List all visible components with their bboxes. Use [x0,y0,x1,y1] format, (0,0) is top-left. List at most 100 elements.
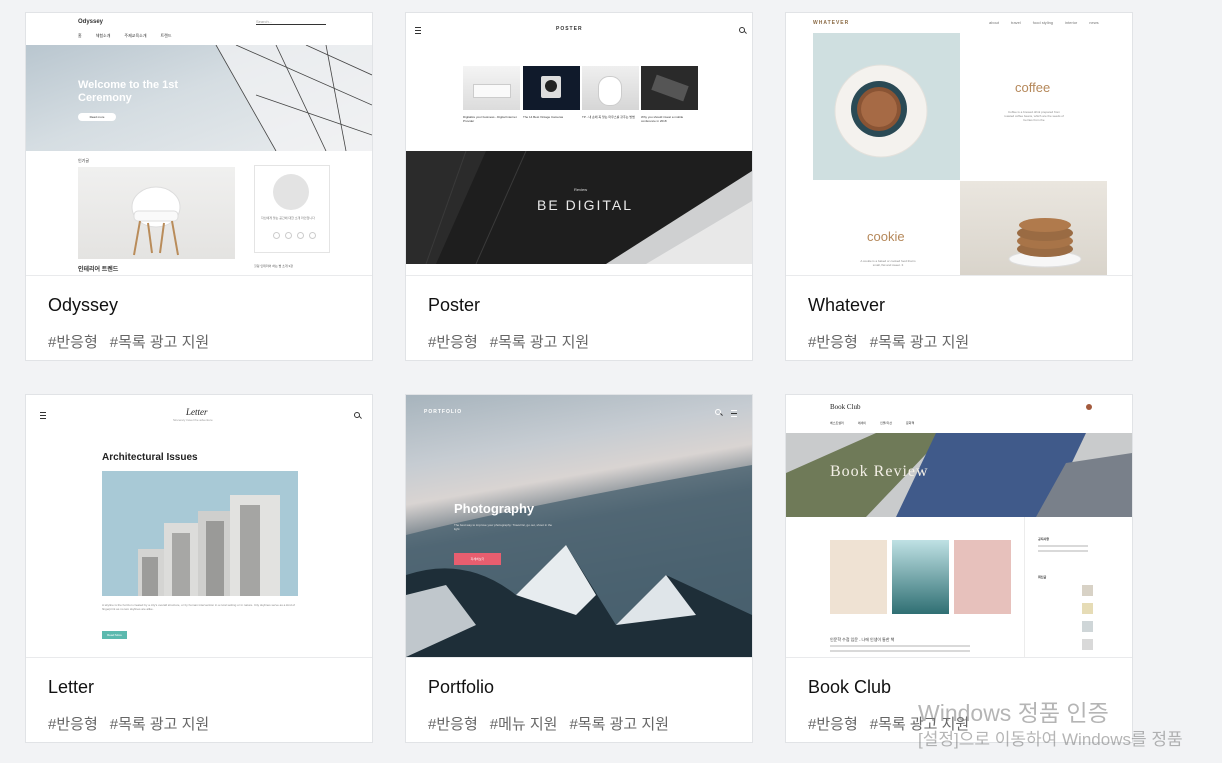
preview-nav: 홈 체험소개 주제교육소개 트렌드 [78,33,172,38]
theme-card-whatever[interactable]: WHATEVER about travel food styling inter… [785,12,1133,361]
theme-preview-whatever[interactable]: WHATEVER about travel food styling inter… [786,13,1132,276]
search-icon [354,412,360,418]
menu-icon [731,410,737,417]
preview-heading: Architectural Issues [102,452,198,463]
building-icon [138,495,280,596]
desc-cookie: A cookie is a baked or cooked food that … [860,259,916,267]
tag: #목록 광고 지원 [569,716,669,733]
theme-preview-poster[interactable]: POSTER Digitalize your business - Digita… [406,13,752,276]
tag: #목록 광고 지원 [109,716,210,733]
tag: #반응형 [48,716,98,733]
coffee-cup-icon [834,64,928,158]
theme-preview-portfolio[interactable]: PORTFOLIO Photography The best way to im… [406,395,752,658]
preview-body: A skyline is the horizon created by a ci… [102,603,295,611]
theme-preview-letter[interactable]: Letter Sincerely travel the adventure Ar… [26,395,372,658]
theme-card-poster[interactable]: POSTER Digitalize your business - Digita… [405,12,753,361]
social-icons [273,232,316,239]
sidebar-thumb [1082,585,1093,596]
sidebar-divider [1024,517,1025,657]
text-placeholder [1038,545,1088,547]
preview-side-bottom: 힐링 인테리어 하는 법 소개 3장 [254,264,293,268]
card-tags: #반응형 #목록 광고 지원 [48,331,221,352]
preview-section-label: 인기글 [78,158,90,163]
theme-card-book-club[interactable]: Book Club 베스트셀러 에세이 인물/자선 문화책 Book Revie… [785,394,1133,743]
post-thumb-2 [523,66,580,110]
text-placeholder [830,645,970,647]
cookie-stack-icon [1008,218,1082,268]
tag: #반응형 [48,334,98,351]
book-cover-1 [830,540,887,614]
tag: #목록 광고 지원 [489,334,590,351]
preview-logo: Letter [186,407,208,417]
chair-image [78,167,235,259]
preview-search: Search... [256,19,326,25]
theme-card-portfolio[interactable]: PORTFOLIO Photography The best way to im… [405,394,753,743]
preview-logo: POSTER [556,26,583,32]
preview-post-title: 인문학 수첩 입문 - 나에 인생이 통한 책 [830,637,895,642]
card-title[interactable]: Book Club [808,677,891,698]
preview-hero-title: Welcome to the 1st Ceremony [78,79,179,104]
building-image [102,471,298,596]
tag: #반응형 [808,334,858,351]
theme-card-letter[interactable]: Letter Sincerely travel the adventure Ar… [25,394,373,743]
preview-hero-title: Book Review [830,463,929,480]
card-title[interactable]: Odyssey [48,295,118,316]
windows-activation-title: Windows 정품 인증 [918,700,1109,726]
twitter-icon [285,232,292,239]
sidebar-thumb [1082,603,1093,614]
preview-nav: 베스트셀러 에세이 인물/자선 문화책 [830,421,915,425]
preview-body: The best way to improve your photography… [454,523,553,531]
post-thumb-1 [463,66,520,110]
banner-small: Review [574,187,588,192]
tag: #목록 광고 지원 [869,334,970,351]
preview-button: 자세히보기 [454,553,501,565]
search-icon [739,27,745,33]
book-cover-2 [892,540,949,614]
sidebar-thumb [1082,639,1093,650]
card-title[interactable]: Poster [428,295,480,316]
preview-side-widget: 자신에게 맞는 공간에 대한 소개 라인입니다 [254,165,330,253]
tag: #반응형 [808,716,858,733]
post-title-4: Why you should invest a mobile conferenc… [641,115,684,123]
preview-heading: Photography [454,501,535,516]
preview-post-title: 인테리어 트렌드 [78,267,119,273]
card-title[interactable]: Whatever [808,295,885,316]
preview-tagline: Sincerely travel the adventure [173,418,213,422]
preview-nav: about travel food styling interior news [989,20,1099,25]
card-tags: #반응형 #목록 광고 지원 [808,331,981,352]
post-title-1: Digitalize your business - Digital Inter… [463,115,517,123]
post-thumb-3 [582,66,639,110]
card-title[interactable]: Letter [48,677,94,698]
avatar [1086,404,1092,410]
text-placeholder [1038,550,1088,552]
menu-icon [415,27,421,34]
card-tags: #반응형 #목록 광고 지원 [48,713,221,734]
preview-logo: PORTFOLIO [424,409,463,415]
sidebar-thumb [1082,621,1093,632]
label-coffee: coffee [1015,80,1051,95]
windows-activation-subtitle: [설정]으로 이동하여 Windows를 정품 [918,730,1183,749]
preview-side-text: 자신에게 맞는 공간에 대한 소개 라인입니다 [261,216,315,220]
tag: #반응형 [428,334,478,351]
preview-logo: Odyssey [78,19,104,25]
search-icon [715,409,721,415]
card-tags: #반응형 #메뉴 지원 #목록 광고 지원 [428,713,681,734]
theme-card-odyssey[interactable]: Odyssey Search... 홈 체험소개 주제교육소개 트렌드 Welc… [25,12,373,361]
chair-icon [131,186,181,256]
preview-hero-button: Read more [78,113,116,121]
banner-big: BE DIGITAL [537,197,633,213]
youtube-icon [309,232,316,239]
book-cover-3 [954,540,1011,614]
theme-preview-odyssey[interactable]: Odyssey Search... 홈 체험소개 주제교육소개 트렌드 Welc… [26,13,372,276]
desc-coffee: Coffee is a brewed drink prepared from r… [1004,110,1064,122]
tag: #목록 광고 지원 [109,334,210,351]
card-title[interactable]: Portfolio [428,677,494,698]
post-title-2: The 14 Best Vintage Cameras [523,115,564,119]
preview-button: Read More [102,631,127,639]
cookie-image [960,181,1107,275]
coffee-image [813,33,960,180]
post-thumb-4 [641,66,698,110]
label-cookie: cookie [867,229,905,244]
theme-preview-book-club[interactable]: Book Club 베스트셀러 에세이 인물/자선 문화책 Book Revie… [786,395,1132,658]
card-tags: #반응형 #목록 광고 지원 [428,331,601,352]
